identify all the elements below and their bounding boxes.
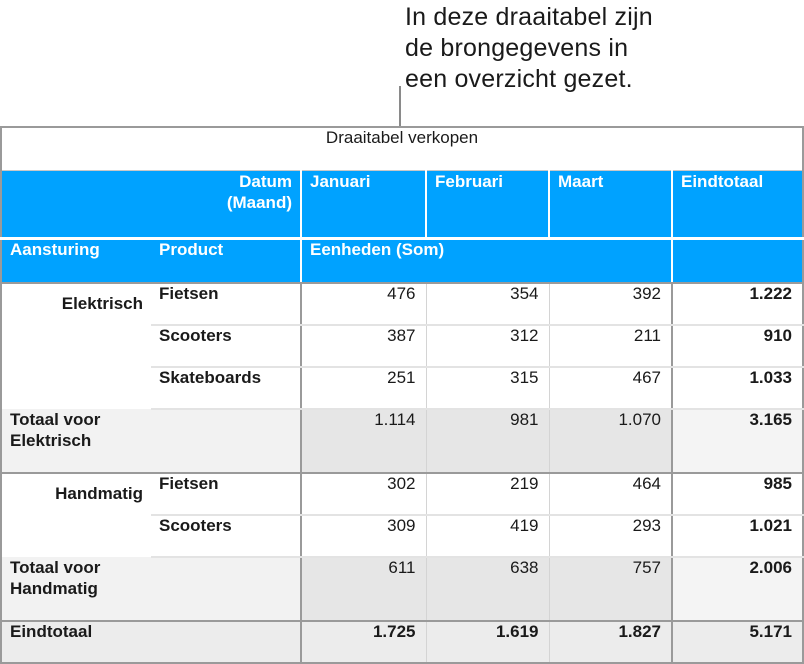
product-cell[interactable]: Skateboards: [151, 367, 301, 410]
value-cell[interactable]: 211: [548, 325, 672, 368]
subtotal-value-cell[interactable]: 1.114: [300, 409, 426, 474]
product-cell[interactable]: Fietsen: [151, 283, 301, 326]
grand-total-value-cell[interactable]: 1.619: [425, 621, 549, 664]
subtotal-label[interactable]: Totaal voor Elektrisch: [0, 409, 151, 474]
column-field-label[interactable]: Datum (Maand): [151, 170, 301, 239]
table-title[interactable]: Draaitabel verkopen: [0, 126, 804, 171]
subtotal-row-elektrisch: Totaal voor Elektrisch 1.114 981 1.070 3…: [0, 409, 804, 474]
column-header-januari[interactable]: Januari: [300, 170, 426, 239]
value-cell[interactable]: 464: [548, 473, 672, 516]
grand-total-value-cell[interactable]: 1.725: [300, 621, 426, 664]
row-total-cell[interactable]: 985: [671, 473, 804, 516]
table-title-row: Draaitabel verkopen: [0, 126, 804, 171]
grand-total-value-cell[interactable]: 1.827: [548, 621, 672, 664]
column-header-eindtotaal[interactable]: Eindtotaal: [671, 170, 804, 239]
row-total-cell[interactable]: 1.222: [671, 283, 804, 326]
grand-total-label[interactable]: Eindtotaal: [0, 621, 301, 664]
value-cell[interactable]: 392: [548, 283, 672, 326]
group-label-handmatig[interactable]: Handmatig: [0, 473, 151, 557]
value-cell[interactable]: 315: [425, 367, 549, 410]
subtotal-row-handmatig: Totaal voor Handmatig 611 638 757 2.006: [0, 557, 804, 622]
row-field-aansturing[interactable]: Aansturing: [0, 237, 151, 284]
value-cell[interactable]: 302: [300, 473, 426, 516]
value-cell[interactable]: 387: [300, 325, 426, 368]
subtotal-value-cell[interactable]: 638: [425, 557, 549, 622]
group-label-elektrisch[interactable]: Elektrisch: [0, 283, 151, 409]
subtotal-total-cell[interactable]: 3.165: [671, 409, 804, 474]
pivot-table: Draaitabel verkopen Datum (Maand) Januari…: [0, 126, 804, 664]
table-row: Handmatig Fietsen 302 219 464 985: [0, 473, 804, 557]
column-header-februari[interactable]: Februari: [425, 170, 549, 239]
column-header-maart[interactable]: Maart: [548, 170, 672, 239]
value-field-label[interactable]: Eenheden (Som): [300, 237, 672, 284]
value-cell[interactable]: 419: [425, 515, 549, 558]
value-cell[interactable]: 293: [548, 515, 672, 558]
subtotal-empty-cell[interactable]: [151, 409, 301, 474]
product-cell[interactable]: Scooters: [151, 325, 301, 368]
callout-annotation: In deze draaitabel zijn de brongegevens …: [405, 3, 653, 93]
table-row: Elektrisch Fietsen 476 354 392 1.222: [0, 283, 804, 409]
row-total-cell[interactable]: 1.021: [671, 515, 804, 558]
product-cell[interactable]: Fietsen: [151, 473, 301, 516]
value-cell[interactable]: 219: [425, 473, 549, 516]
value-cell[interactable]: 312: [425, 325, 549, 368]
product-cell[interactable]: Scooters: [151, 515, 301, 558]
value-cell[interactable]: 251: [300, 367, 426, 410]
row-total-cell[interactable]: 910: [671, 325, 804, 368]
subtotal-label[interactable]: Totaal voor Handmatig: [0, 557, 151, 622]
subtotal-total-cell[interactable]: 2.006: [671, 557, 804, 622]
header-empty-cell[interactable]: [0, 170, 151, 239]
callout-leader-line: [399, 86, 401, 126]
row-field-product[interactable]: Product: [151, 237, 301, 284]
subtotal-value-cell[interactable]: 611: [300, 557, 426, 622]
subtotal-value-cell[interactable]: 757: [548, 557, 672, 622]
value-cell[interactable]: 309: [300, 515, 426, 558]
subtotal-value-cell[interactable]: 981: [425, 409, 549, 474]
row-total-cell[interactable]: 1.033: [671, 367, 804, 410]
subtotal-empty-cell[interactable]: [151, 557, 301, 622]
column-header-row: Datum (Maand) Januari Februari Maart Eind…: [0, 170, 804, 239]
grand-total-total-cell[interactable]: 5.171: [671, 621, 804, 664]
value-cell[interactable]: 467: [548, 367, 672, 410]
row-field-header-row: Aansturing Product Eenheden (Som): [0, 237, 804, 284]
subtotal-value-cell[interactable]: 1.070: [548, 409, 672, 474]
value-cell[interactable]: 476: [300, 283, 426, 326]
value-cell[interactable]: 354: [425, 283, 549, 326]
grand-total-row: Eindtotaal 1.725 1.619 1.827 5.171: [0, 621, 804, 664]
header-total-empty-cell[interactable]: [671, 237, 804, 284]
